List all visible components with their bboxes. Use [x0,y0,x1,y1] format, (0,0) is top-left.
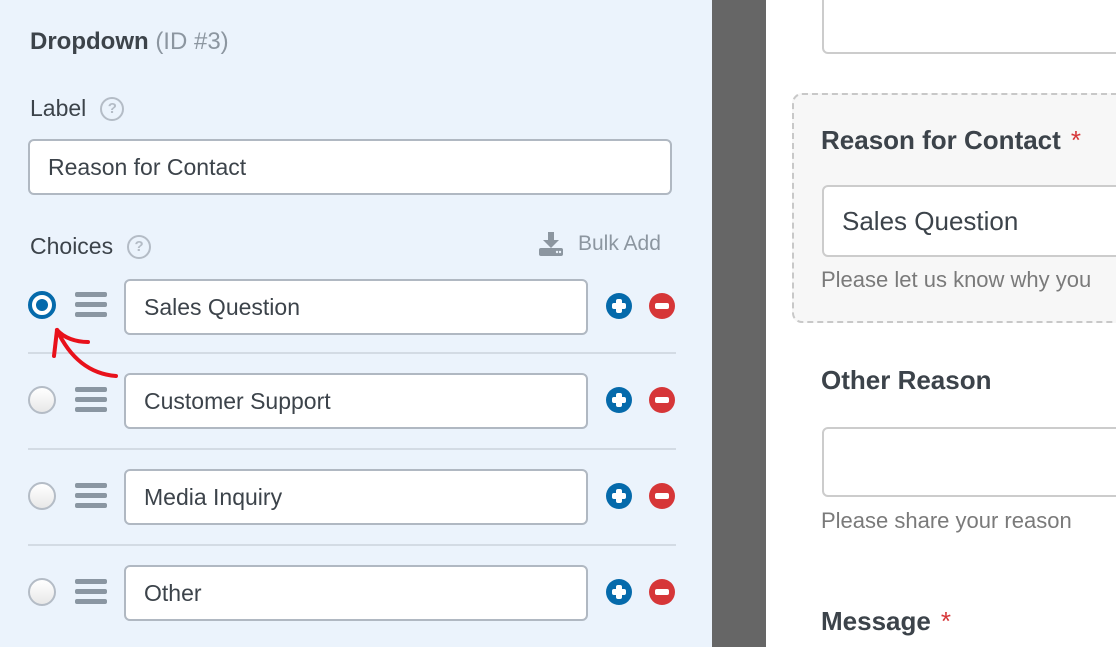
reason-dropdown[interactable]: Sales Question [822,185,1116,257]
choice-row: Media Inquiry [28,469,676,565]
add-choice-icon[interactable] [606,579,632,605]
add-choice-icon[interactable] [606,387,632,413]
form-preview: Reason for Contact * Sales Question Pleas… [766,0,1116,647]
field-options-panel: Dropdown (ID #3) Label ? Reason for Cont… [0,0,712,647]
drag-handle-icon[interactable] [75,387,107,413]
row-divider [28,352,676,354]
drag-handle-icon[interactable] [75,292,107,318]
required-mark: * [1070,125,1081,155]
default-choice-radio[interactable] [28,386,56,414]
row-divider [28,544,676,546]
bulk-add-button[interactable]: Bulk Add [538,232,661,256]
other-reason-description: Please share your reason [821,508,1072,533]
remove-choice-icon[interactable] [649,387,675,413]
remove-choice-icon[interactable] [649,293,675,319]
choice-row: Customer Support [28,373,676,469]
choice-input[interactable]: Sales Question [124,279,588,335]
message-label-text: Message [821,606,931,636]
choices-heading-text: Choices [30,233,114,259]
drag-handle-icon[interactable] [75,483,107,509]
choice-row: Sales Question [28,279,676,375]
label-heading: Label ? [30,95,125,122]
help-icon[interactable]: ? [127,234,152,259]
choice-input[interactable]: Other [124,565,588,621]
default-choice-radio[interactable] [28,482,56,510]
panel-divider [712,0,766,647]
choice-input[interactable]: Customer Support [124,373,588,429]
remove-choice-icon[interactable] [649,579,675,605]
default-choice-radio[interactable] [28,291,56,319]
download-icon [539,232,563,256]
drag-handle-icon[interactable] [75,579,107,605]
other-reason-label: Other Reason [821,365,992,395]
label-input[interactable]: Reason for Contact [28,139,672,195]
required-mark: * [940,606,951,636]
reason-label-text: Reason for Contact [821,125,1061,155]
field-id-label: (ID #3) [155,28,229,55]
other-reason-input[interactable] [822,427,1116,497]
choice-input[interactable]: Media Inquiry [124,469,588,525]
previous-field-input[interactable] [822,0,1116,54]
add-choice-icon[interactable] [606,483,632,509]
choices-heading: Choices ? [30,233,152,260]
row-divider [28,448,676,450]
bulk-add-label: Bulk Add [578,232,661,255]
field-title: Dropdown (ID #3) [30,28,229,56]
remove-choice-icon[interactable] [649,483,675,509]
message-label: Message * [821,606,951,637]
label-heading-text: Label [30,95,87,121]
default-choice-radio[interactable] [28,578,56,606]
help-icon[interactable]: ? [100,96,125,121]
reason-label: Reason for Contact * [821,125,1081,156]
add-choice-icon[interactable] [606,293,632,319]
selected-field-preview[interactable]: Reason for Contact * Sales Question Pleas… [792,93,1116,323]
field-type-label: Dropdown [30,28,149,55]
reason-description: Please let us know why you [821,267,1092,292]
